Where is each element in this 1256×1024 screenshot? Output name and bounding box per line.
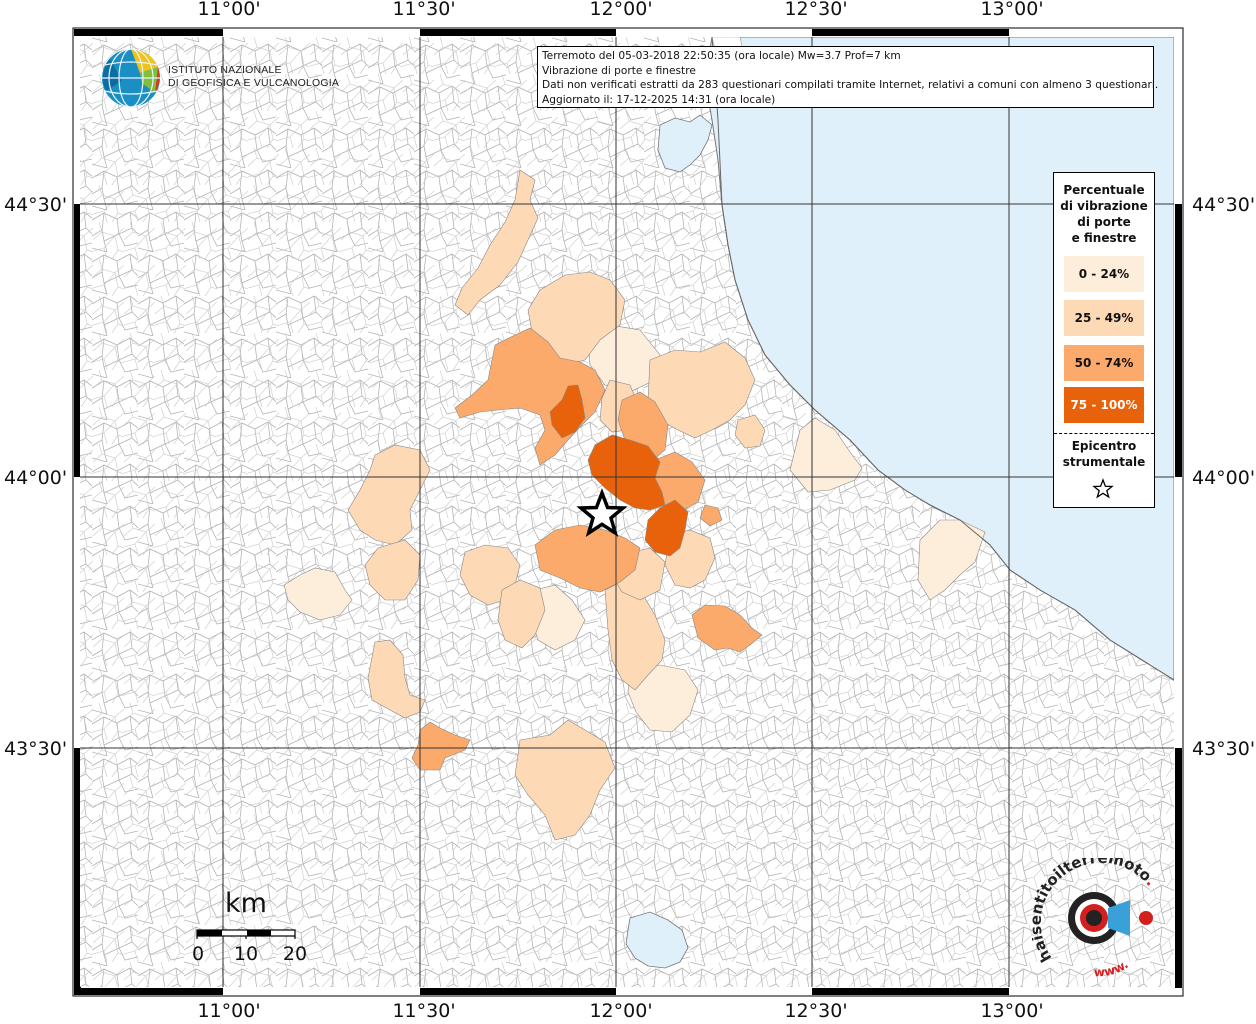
lon-label-top-4: 12°30' (784, 0, 848, 20)
event-info-box: Terremoto del 05-03-2018 22:50:35 (ora l… (537, 46, 1159, 108)
brand-text-4: www. (1094, 957, 1131, 979)
lat-label-left-2: 44°00' (4, 467, 68, 489)
ingv-globe-logo (102, 48, 160, 108)
svg-text:www.: www. (1094, 957, 1131, 979)
event-title: Terremoto del 05-03-2018 22:50:35 (ora l… (542, 50, 901, 62)
lon-label-top-3: 12°00' (589, 0, 653, 20)
lon-label-top-2: 11°30' (392, 0, 456, 20)
legend-item-25-49: 25 - 49% (1064, 300, 1144, 336)
legend: Percentuale di vibrazione di porte e fin… (1053, 172, 1155, 508)
scale-tick-20: 20 (282, 943, 308, 965)
lat-label-left-1: 44°30' (4, 194, 68, 216)
lon-label-bottom-4: 12°30' (784, 1000, 848, 1022)
ingv-name: ISTITUTO NAZIONALE DI GEOFISICA E VULCAN… (168, 64, 339, 90)
legend-separator (1054, 433, 1154, 434)
lat-label-right-3: 43°30' (1192, 738, 1256, 760)
lat-label-left-3: 43°30' (4, 738, 68, 760)
lon-label-bottom-5: 13°00' (980, 1000, 1044, 1022)
legend-title-line: di vibrazione (1060, 199, 1148, 213)
legend-item-0-24: 0 - 24% (1064, 256, 1144, 292)
lon-label-bottom-3: 12°00' (589, 1000, 653, 1022)
ingv-name-line1: ISTITUTO NAZIONALE (168, 64, 282, 76)
lon-label-bottom-1: 11°00' (197, 1000, 261, 1022)
legend-item-50-74: 50 - 74% (1064, 345, 1144, 381)
scale-tick-0: 0 (191, 943, 205, 965)
lon-label-top-5: 13°00' (980, 0, 1044, 20)
update-time: Aggiornato il: 17-12-2025 14:31 (ora loc… (542, 93, 776, 106)
legend-item-75-100: 75 - 100% (1064, 387, 1144, 423)
brand-text-1: haisentito (1032, 870, 1062, 965)
legend-title-line: di porte (1077, 215, 1131, 229)
legend-title-line: Percentuale (1063, 183, 1145, 197)
lat-label-right-2: 44°00' (1192, 467, 1256, 489)
brand-text-2: ilterremoto (1050, 858, 1155, 885)
star-icon (1092, 478, 1114, 499)
legend-epicenter-line: Epicentro (1071, 439, 1137, 453)
lon-label-top-1: 11°00' (197, 0, 261, 20)
legend-title-line: e finestre (1071, 231, 1137, 245)
lon-label-bottom-2: 11°30' (392, 1000, 456, 1022)
haisentito-logo: haisentitoilterremoto.it www. (1032, 858, 1160, 979)
legend-epicenter-line: strumentale (1062, 455, 1146, 469)
lat-label-right-1: 44°30' (1192, 194, 1256, 216)
scale-tick-10: 10 (233, 943, 259, 965)
legend-epicenter-label: Epicentro strumentale (1054, 438, 1154, 470)
map-subject: Vibrazione di porte e finestre (542, 64, 696, 77)
data-note: Dati non verificati estratti da 283 ques… (542, 79, 1159, 92)
ingv-name-line2: DI GEOFISICA E VULCANOLOGIA (168, 77, 340, 89)
legend-title: Percentuale di vibrazione di porte e fin… (1054, 182, 1154, 246)
